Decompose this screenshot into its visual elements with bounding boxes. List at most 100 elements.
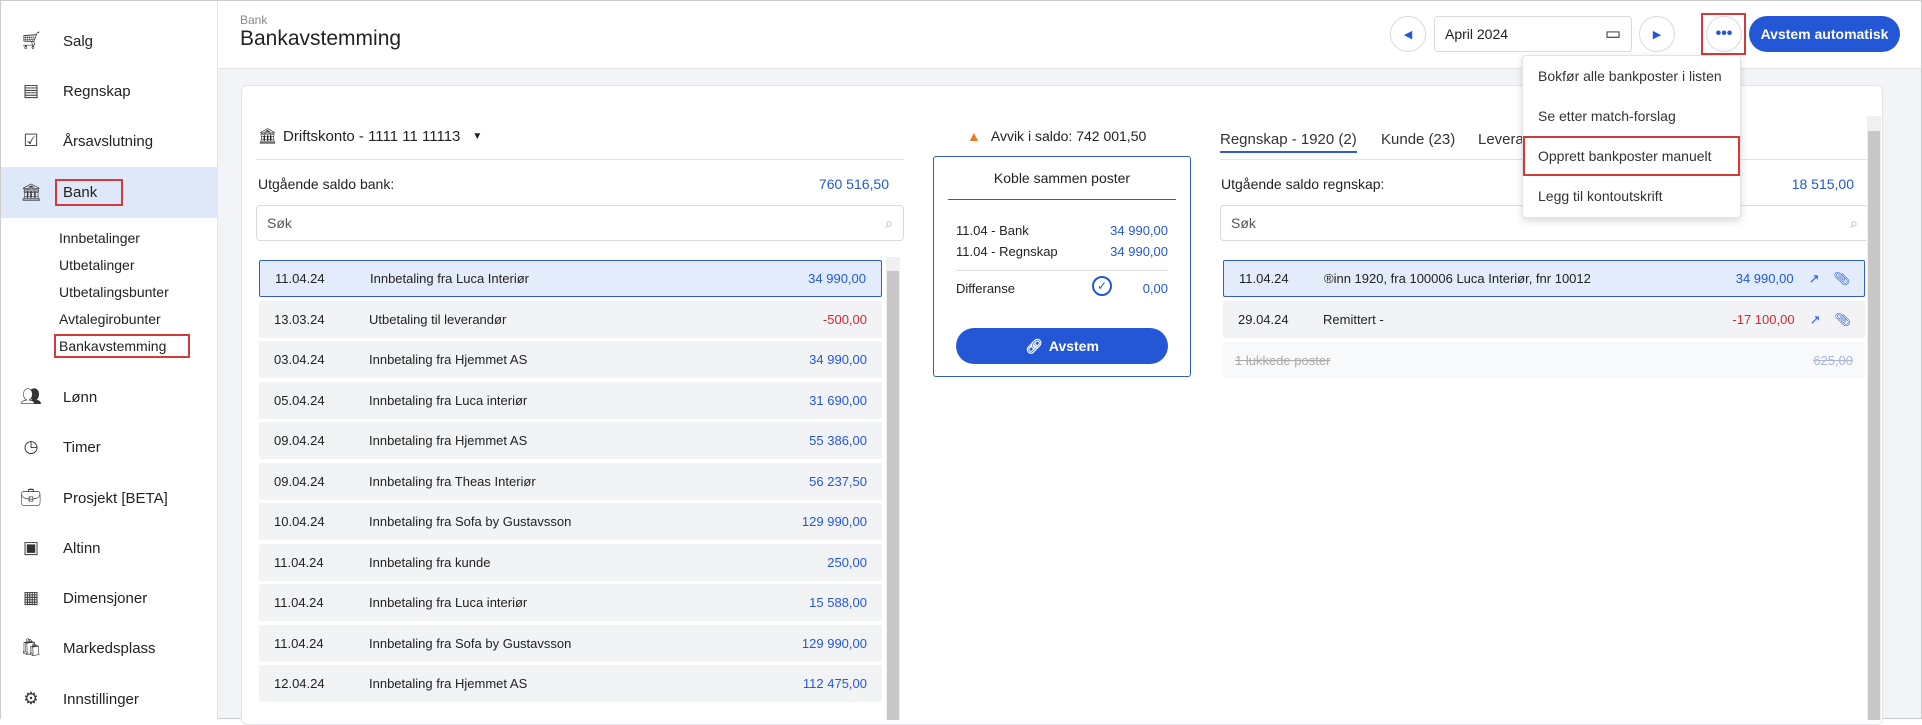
open-external-icon[interactable]: ↗: [1809, 271, 1820, 287]
sidebar-item-bank[interactable]: 🏛︎ Bank: [1, 167, 217, 218]
sidebar-item-salg[interactable]: 🛒︎ Salg: [1, 16, 217, 66]
row-text: Innbetaling fra kunde: [369, 554, 491, 570]
row-amount: -17 100,00: [1732, 312, 1795, 327]
ellipsis-icon: •••: [1715, 25, 1733, 42]
sidebar-item-label: Regnskap: [63, 82, 131, 100]
closed-entries-row[interactable]: 1 lukkede poster 625,00: [1223, 342, 1865, 379]
bank-row[interactable]: 12.04.24 Innbetaling fra Hjemmet AS 112 47…: [259, 665, 882, 702]
row-text: Innbetaling fra Luca interiør: [369, 392, 528, 408]
row-amount: 55 386,00: [809, 433, 867, 448]
sidebar-sub-bankavstemming[interactable]: Bankavstemming: [53, 334, 191, 358]
row-text: Innbetaling fra Hjemmet AS: [369, 352, 528, 367]
sidebar-item-label: Dimensjoner: [63, 589, 148, 607]
attachment-icon[interactable]: 📎︎: [1833, 271, 1850, 287]
tab-kunde[interactable]: Kunde (23): [1381, 131, 1455, 148]
bank-search-input[interactable]: Søk ⌕: [256, 205, 904, 241]
row-date: 13.03.24: [274, 311, 325, 327]
menu-item-match-suggestions[interactable]: Se etter match-forslag: [1523, 96, 1740, 136]
sidebar-item-label: Markedsplass: [63, 639, 156, 657]
row-text: Innbetaling fra Hjemmet AS: [369, 433, 528, 448]
bank-scrollbar-thumb[interactable]: [887, 271, 899, 720]
ledger-row[interactable]: 11.04.24 ®inn 1920, fra 100006 Luca Inter…: [1223, 260, 1865, 297]
sidebar-item-label: Altinn: [63, 539, 101, 557]
bank-balance-label: Utgående saldo bank:: [258, 176, 395, 192]
tab-leverandor[interactable]: Levera: [1478, 131, 1524, 148]
bank-row[interactable]: 11.04.24 Innbetaling fra Sofa by Gustavss…: [259, 624, 882, 662]
bank-row[interactable]: 09.04.24 Innbetaling fra Theas Interiør 56…: [259, 462, 882, 500]
clock-icon: ◷: [23, 437, 39, 456]
sidebar-item-regnskap[interactable]: ▤ Regnskap: [1, 66, 217, 116]
row-text: ®inn 1920, fra 100006 Luca Interiør, fnr…: [1324, 271, 1591, 286]
row-amount: 250,00: [827, 554, 867, 570]
sidebar-sub-utbetalingsbunter[interactable]: Utbetalingsbunter: [59, 284, 169, 300]
sidebar-item-prosjekt[interactable]: 💼︎ Prosjekt [BETA]: [1, 473, 217, 523]
row-text: Innbetaling fra Luca interiør: [369, 595, 528, 610]
account-selector[interactable]: 🏛︎ Driftskonto - 1111 11 11113 ▼: [258, 127, 482, 146]
ledger-row[interactable]: 29.04.24 Remittert - -17 100,00 ↗ 📎︎: [1223, 301, 1865, 338]
sidebar-item-timer[interactable]: ◷ Timer: [1, 422, 217, 472]
reconcile-automatically-button[interactable]: Avstem automatisk: [1749, 16, 1900, 52]
link-icon: 🔗︎: [1025, 337, 1043, 354]
reconcile-button[interactable]: 🔗︎ Avstem: [956, 328, 1168, 364]
divider: [256, 159, 904, 160]
bank-icon: 🏛︎: [20, 182, 42, 202]
row-amount: 34 990,00: [808, 271, 866, 286]
row-text: Remittert -: [1323, 312, 1384, 327]
row-date: 11.04.24: [275, 271, 325, 286]
calendar-icon: ▭: [1604, 24, 1621, 43]
row-date: 11.04.24: [274, 554, 324, 570]
bank-row[interactable]: 11.04.24 Innbetaling fra Luca Interiør 34 …: [259, 260, 882, 297]
bank-row[interactable]: 11.04.24 Innbetaling fra kunde 250,00: [259, 543, 882, 581]
bank-row[interactable]: 05.04.24 Innbetaling fra Luca interiør 31 …: [259, 381, 882, 419]
row-text: Innbetaling fra Luca Interiør: [370, 271, 529, 286]
menu-item-post-all[interactable]: Bokfør alle bankposter i listen: [1523, 56, 1740, 96]
sidebar-item-altinn[interactable]: ▣ Altinn: [1, 523, 217, 573]
row-date: 05.04.24: [274, 392, 325, 408]
menu-item-add-statement[interactable]: Legg til kontoutskrift: [1523, 176, 1740, 216]
row-amount: 56 237,50: [809, 473, 867, 489]
sidebar-item-dimensjoner[interactable]: ▦ Dimensjoner: [1, 573, 217, 623]
sidebar-item-label: Timer: [63, 438, 101, 456]
search-icon: ⌕: [885, 214, 893, 231]
row-date: 09.04.24: [274, 473, 325, 489]
row-amount: 112 475,00: [802, 676, 867, 691]
account-name: Driftskonto - 1111 11 11113: [283, 127, 461, 145]
attachment-icon[interactable]: 📎︎: [1834, 312, 1851, 328]
more-options-button[interactable]: •••: [1706, 16, 1742, 52]
briefcase-icon: 💼︎: [20, 488, 42, 507]
sidebar-item-innstillinger[interactable]: ⚙ Innstillinger: [1, 674, 217, 724]
next-period-button[interactable]: ▶: [1639, 16, 1675, 52]
sidebar-sub-avtalegirobunter[interactable]: Avtalegirobunter: [59, 311, 161, 327]
bank-row[interactable]: 10.04.24 Innbetaling fra Sofa by Gustavss…: [259, 503, 882, 540]
bank-row[interactable]: 11.04.24 Innbetaling fra Luca interiør 15 …: [259, 584, 882, 621]
square-icon: ▣: [22, 538, 40, 557]
bank-row[interactable]: 03.04.24 Innbetaling fra Hjemmet AS 34 990…: [259, 341, 882, 378]
sidebar-sub-utbetalinger[interactable]: Utbetalinger: [59, 257, 135, 273]
row-text: Innbetaling fra Theas Interiør: [369, 473, 536, 489]
breadcrumb[interactable]: Bank: [240, 13, 267, 27]
sidebar-sub-innbetalinger[interactable]: Innbetalinger: [59, 230, 140, 246]
row-amount: 31 690,00: [809, 392, 867, 408]
match-ledger-label: 11.04 - Regnskap: [956, 244, 1058, 259]
difference-label: Differanse: [956, 281, 1016, 296]
previous-period-button[interactable]: ◀: [1390, 16, 1426, 52]
sidebar-item-arsavslutning[interactable]: ☑ Årsavslutning: [1, 116, 217, 166]
row-amount: 129 990,00: [801, 514, 867, 529]
sidebar-item-lonn[interactable]: 👥︎ Lønn: [1, 372, 217, 422]
document-icon: ▤: [22, 81, 40, 100]
tab-regnskap[interactable]: Regnskap - 1920 (2): [1220, 131, 1357, 153]
period-picker[interactable]: April 2024 ▭: [1434, 16, 1632, 52]
bank-row[interactable]: 13.03.24 Utbetaling til leverandør -500,00: [259, 300, 882, 338]
deviation-warning: ▲ Avvik i saldo: 742 001,50: [967, 128, 1146, 144]
menu-item-create-manual[interactable]: Opprett bankposter manuelt: [1523, 136, 1740, 176]
period-value: April 2024: [1445, 26, 1509, 42]
sidebar-item-markedsplass[interactable]: 🛍︎ Markedsplass: [1, 623, 217, 673]
match-panel: Koble sammen poster 11.04 - Bank 34 990,…: [933, 156, 1191, 377]
open-external-icon[interactable]: ↗: [1810, 312, 1821, 328]
divider: [948, 199, 1176, 200]
bank-row[interactable]: 09.04.24 Innbetaling fra Hjemmet AS 55 386…: [259, 422, 882, 459]
row-text: Innbetaling fra Hjemmet AS: [369, 676, 528, 691]
row-date: 11.04.24: [274, 635, 324, 651]
ledger-scrollbar-thumb[interactable]: [1868, 131, 1880, 720]
sidebar: 🛒︎ Salg ▤ Regnskap ☑ Årsavslutning 🏛︎ Bank I…: [1, 1, 218, 720]
